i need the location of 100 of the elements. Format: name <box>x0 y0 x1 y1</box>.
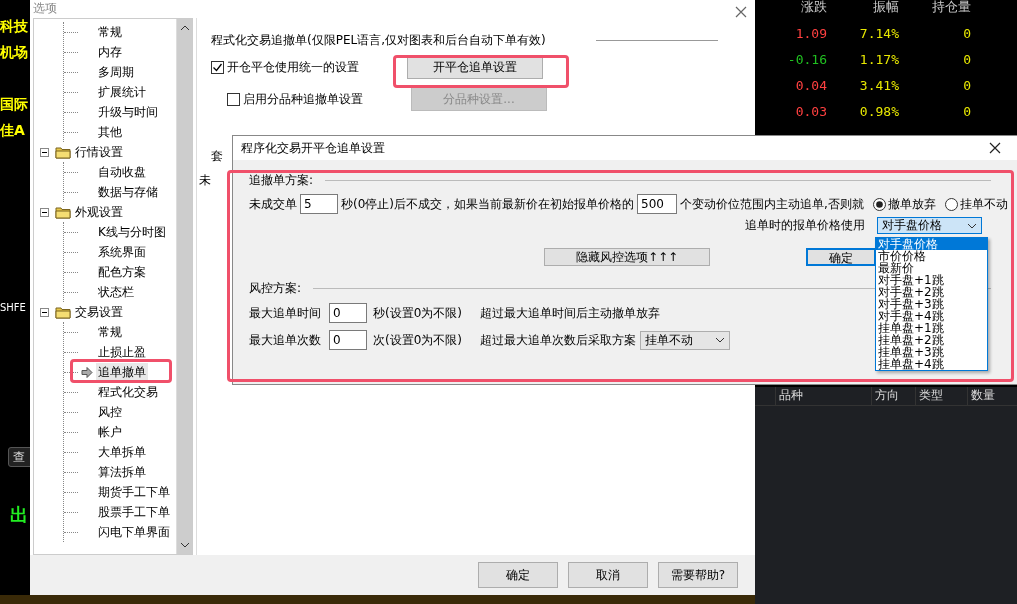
field-label: 个变动价位范围内主动追单,否则就 <box>680 195 864 213</box>
dropdown-option[interactable]: 挂单盘+3跳 <box>876 346 987 358</box>
dropdown-option[interactable]: 对手盘+2跳 <box>876 286 987 298</box>
table-cell-text: 1.17% <box>858 51 899 67</box>
dropdown-option[interactable]: 挂单盘+2跳 <box>876 334 987 346</box>
dropdown-option[interactable]: 最新价 <box>876 262 987 274</box>
dropdown-option[interactable]: 挂单盘+1跳 <box>876 322 987 334</box>
tree-item[interactable]: 常规 <box>96 322 124 342</box>
table-cell-text: 1.09 <box>794 25 827 41</box>
tree-item[interactable]: K线与分时图 <box>96 222 168 242</box>
stock-name: 佳A <box>0 122 25 140</box>
tree-item[interactable]: 系统界面 <box>96 242 148 262</box>
field-label: 秒(0停止)后不成交，如果当前最新价在初始报单价格的 <box>341 195 634 213</box>
dropdown-option[interactable]: 对手盘+4跳 <box>876 310 987 322</box>
table-cell-text: 3.41% <box>858 77 899 93</box>
group-label: 追撤单方案: <box>249 171 314 189</box>
dropdown-option[interactable]: 对手盘+3跳 <box>876 298 987 310</box>
action-dropdown[interactable]: 挂单不动 <box>640 330 730 350</box>
section-title: 套 <box>211 148 223 165</box>
tree-item[interactable]: 内存 <box>96 42 124 62</box>
ok-button[interactable]: 确定 <box>806 248 876 266</box>
radio-option[interactable]: 挂单不动 <box>944 195 1008 213</box>
table-cell-text: 0 <box>962 77 971 93</box>
group-label: 风控方案: <box>249 279 302 297</box>
scroll-down-icon[interactable] <box>179 542 190 548</box>
dropdown-option[interactable]: 挂单盘+4跳 <box>876 358 987 370</box>
checkbox[interactable] <box>211 60 224 74</box>
window-title: 选项 <box>33 0 57 17</box>
hide-risk-options-button[interactable]: 隐藏风控选项↑↑↑ <box>544 248 710 266</box>
tree-group[interactable]: 外观设置 <box>75 203 123 221</box>
dropdown-option[interactable]: 对手盘价格 <box>876 238 987 250</box>
column-header: 持仓量 <box>931 0 971 16</box>
tree-group[interactable]: 交易设置 <box>75 303 123 321</box>
column-header: 品种 <box>775 387 871 405</box>
field-label: 最大追单时间 <box>249 304 322 322</box>
table-cell-text: 0.98% <box>858 103 899 119</box>
collapse-icon[interactable] <box>40 307 49 317</box>
tree-item[interactable]: 多周期 <box>96 62 136 82</box>
tree-item[interactable]: 止损止盈 <box>96 342 148 362</box>
tree-item[interactable]: 算法拆单 <box>96 462 148 482</box>
table-cell-text: 7.14% <box>858 25 899 41</box>
tree-item[interactable]: 大单拆单 <box>96 442 148 462</box>
field-label: 超过最大追单次数后采取方案 <box>480 331 636 349</box>
collapse-icon[interactable] <box>40 147 49 157</box>
tree-item[interactable]: 状态栏 <box>96 282 136 302</box>
dialog-button[interactable]: 需要帮助? <box>658 562 738 588</box>
tree-item[interactable]: 升级与时间 <box>96 102 160 122</box>
field-label: 超过最大追单时间后主动撤单放弃 <box>480 304 660 322</box>
chevron-icon <box>715 337 725 343</box>
dialog-button[interactable]: 确定 <box>478 562 558 588</box>
tree-item[interactable]: 帐户 <box>96 422 124 442</box>
section-title: 程式化交易追撤单(仅限PEL语言,仅对图表和后台自动下单有效) <box>211 32 546 49</box>
stock-name: 机场 <box>0 44 28 62</box>
checkbox-label[interactable]: 开仓平仓使用统一的设置 <box>211 58 359 76</box>
tree-item[interactable]: 风控 <box>96 402 124 422</box>
limit-field[interactable]: 0 <box>329 303 367 323</box>
scroll-up-icon[interactable] <box>179 25 190 31</box>
folder-icon <box>55 145 71 159</box>
table-cell-text: 0.04 <box>794 77 827 93</box>
tree-item[interactable]: 常规 <box>96 22 124 42</box>
dropdown-option[interactable]: 市价价格 <box>876 250 987 262</box>
tree-item[interactable]: 配色方案 <box>96 262 148 282</box>
tree-item[interactable]: 股票手工下单 <box>96 502 172 522</box>
tree-item[interactable]: 扩展统计 <box>96 82 148 102</box>
tree-item[interactable]: 程式化交易 <box>96 382 160 402</box>
limit-field[interactable]: 0 <box>329 330 367 350</box>
column-header: 类型 <box>915 387 967 405</box>
column-header: 方向 <box>871 387 915 405</box>
ticks-field[interactable]: 500 <box>637 194 677 214</box>
window-title: 程序化交易开平仓追单设置 <box>241 139 385 157</box>
tree-item[interactable]: 数据与存储 <box>96 182 160 202</box>
table-cell-text: 0 <box>962 25 971 41</box>
checkbox-label[interactable]: 启用分品种追撤单设置 <box>227 90 363 108</box>
field-label: 未 <box>199 172 211 189</box>
tree-item[interactable]: 自动收盘 <box>96 162 148 182</box>
column-header: 振幅 <box>872 0 899 16</box>
table-cell-text: -0.16 <box>786 51 827 67</box>
price-dropdown[interactable]: 对手盘价格 <box>877 217 982 234</box>
radio-button[interactable] <box>944 197 958 211</box>
stock-name: 国际 <box>0 96 28 114</box>
stock-name: SHFE <box>0 302 26 313</box>
column-header: 涨跌 <box>800 0 827 16</box>
field-label: 未成交单 <box>249 195 297 213</box>
tree-item[interactable]: 期货手工下单 <box>96 482 172 502</box>
radio-button[interactable] <box>872 197 886 211</box>
field-label: 追单时的报单价格使用 <box>745 217 865 234</box>
radio-option[interactable]: 撤单放弃 <box>872 195 936 213</box>
dialog-button[interactable]: 取消 <box>568 562 648 588</box>
stock-name: 科技 <box>0 18 28 36</box>
collapse-icon[interactable] <box>40 207 49 217</box>
folder-icon <box>55 305 71 319</box>
dropdown-option[interactable]: 对手盘+1跳 <box>876 274 987 286</box>
field-label: 秒(设置0为不限) <box>373 304 462 322</box>
tree-group[interactable]: 行情设置 <box>75 143 123 161</box>
close-icon[interactable] <box>989 142 1001 154</box>
tree-item[interactable]: 闪电下单界面 <box>96 522 172 542</box>
checkbox[interactable] <box>227 92 240 106</box>
tree-item[interactable]: 其他 <box>96 122 124 142</box>
scrollbar[interactable] <box>176 19 192 554</box>
seconds-field[interactable]: 5 <box>300 194 338 214</box>
